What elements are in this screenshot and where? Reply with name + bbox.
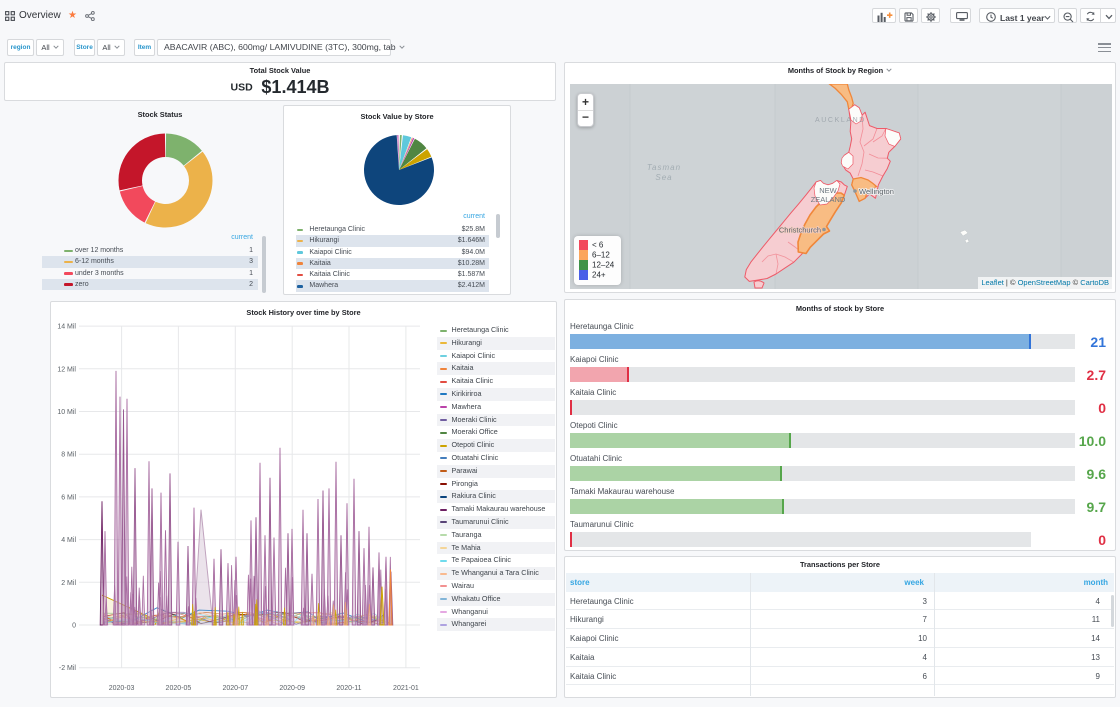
svg-text:2020-09: 2020-09 bbox=[279, 685, 305, 692]
svg-text:2020-07: 2020-07 bbox=[222, 685, 248, 692]
svg-text:ZEALAND: ZEALAND bbox=[811, 195, 846, 204]
svg-text:8 Mil: 8 Mil bbox=[61, 452, 76, 459]
svg-text:Tasman: Tasman bbox=[647, 163, 681, 172]
svg-text:6 Mil: 6 Mil bbox=[61, 494, 76, 501]
svg-text:4 Mil: 4 Mil bbox=[61, 537, 76, 544]
svg-text:2 Mil: 2 Mil bbox=[61, 580, 76, 587]
svg-text:12 Mil: 12 Mil bbox=[57, 366, 76, 373]
svg-text:2020-05: 2020-05 bbox=[166, 685, 192, 692]
svg-text:2020-03: 2020-03 bbox=[109, 685, 135, 692]
svg-text:2020-11: 2020-11 bbox=[336, 685, 361, 692]
svg-text:NEW: NEW bbox=[819, 186, 837, 195]
svg-text:2021-01: 2021-01 bbox=[393, 685, 419, 692]
svg-text:Sea: Sea bbox=[655, 173, 672, 182]
svg-text:14 Mil: 14 Mil bbox=[57, 324, 76, 331]
svg-text:-2 Mil: -2 Mil bbox=[59, 665, 77, 672]
svg-text:Wellington: Wellington bbox=[859, 187, 894, 196]
svg-text:Christchurch: Christchurch bbox=[779, 226, 821, 235]
svg-text:AUCKLAND: AUCKLAND bbox=[815, 117, 866, 124]
svg-text:10 Mil: 10 Mil bbox=[57, 409, 76, 416]
svg-text:0: 0 bbox=[72, 623, 76, 630]
